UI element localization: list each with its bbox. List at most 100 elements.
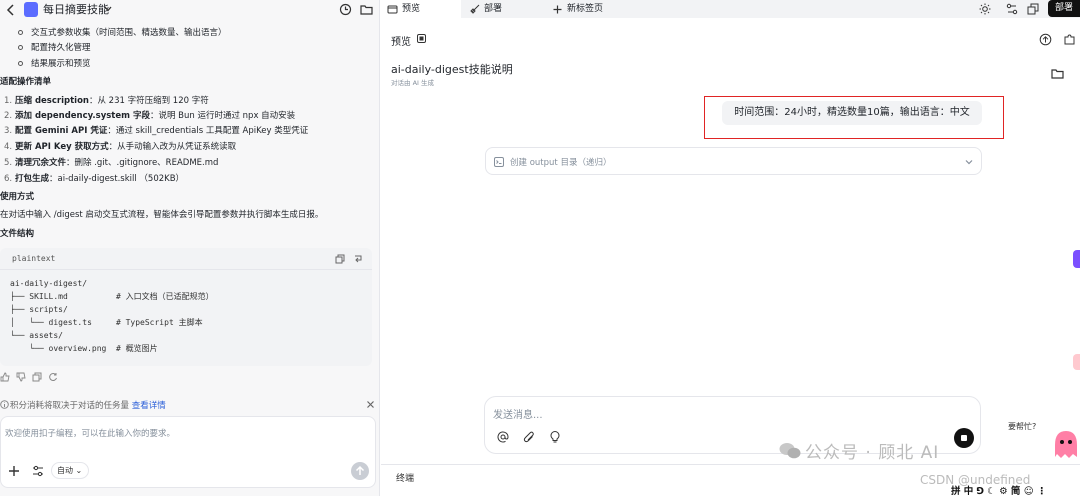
user-message: 时间范围：24小时，精选数量10篇，输出语言：中文	[722, 101, 982, 125]
list-item: 清理冗余文件：删除 .git、.gitignore、README.md	[15, 157, 218, 169]
section-heading: 文件结构	[0, 229, 35, 239]
settings-sliders-icon[interactable]	[31, 464, 45, 478]
lightbulb-icon[interactable]	[549, 431, 561, 443]
tab-preview[interactable]: 预览	[381, 0, 461, 18]
list-number: 6.	[4, 174, 13, 184]
sun-icon[interactable]	[979, 3, 991, 15]
watermark: 公众号 · 顾北 AI	[779, 438, 939, 463]
stop-button[interactable]	[954, 428, 974, 448]
task-step[interactable]: 创建 output 目录（递归）	[485, 147, 982, 175]
folder-icon[interactable]	[1051, 67, 1064, 80]
code-line: ├── SKILL.md # 入口文档（已适配规范）	[10, 292, 214, 301]
watermark-text: 公众号 · 顾北 AI	[805, 443, 940, 463]
code-block: plaintext ai-daily-digest/ ├── SKILL.md …	[0, 248, 372, 366]
chevron-down-icon[interactable]	[964, 157, 974, 167]
code-block-header: plaintext	[0, 248, 372, 270]
list-item: 压缩 description：从 231 字符压缩到 120 字符	[15, 95, 209, 107]
bullet	[18, 30, 23, 35]
mode-value: 自动	[57, 466, 73, 475]
side-widget-tab[interactable]	[1073, 354, 1080, 370]
assistant-mascot-icon[interactable]	[1052, 427, 1080, 461]
bullet	[18, 45, 23, 50]
code-line: ai-daily-digest/	[10, 279, 88, 288]
list-number: 5.	[4, 158, 13, 168]
list-item: 打包生成：ai-daily-digest.skill （502KB）	[15, 173, 184, 185]
side-widget-tab[interactable]	[1073, 250, 1080, 268]
info-icon	[0, 400, 9, 409]
terminal-label: 终端	[396, 474, 415, 484]
details-link[interactable]: 查看详情	[132, 401, 166, 411]
chevron-down-icon[interactable]	[103, 3, 113, 15]
tab-deploy[interactable]: 部署	[463, 0, 508, 18]
code-line: └── assets/	[10, 331, 63, 340]
history-icon[interactable]	[339, 3, 352, 16]
list-item: 更新 API Key 获取方式：从手动输入改为从凭证系统读取	[15, 141, 236, 153]
code-line: │ └── digest.ts # TypeScript 主脚本	[10, 318, 203, 327]
project-title[interactable]: 每日摘要技能	[43, 2, 109, 17]
chat-panel: 每日摘要技能 交互式参数收集（时间范围、精选数量、输出语言） 配置持久化管理 结…	[0, 0, 380, 496]
mode-select[interactable]: 自动 ⌄	[51, 462, 89, 479]
terminal-icon	[494, 157, 504, 167]
help-label[interactable]: 要帮忙?	[1008, 421, 1036, 432]
attachment-icon[interactable]	[523, 431, 535, 443]
message-area: 交互式参数收集（时间范围、精选数量、输出语言） 配置持久化管理 结果展示和预览 …	[0, 20, 380, 390]
document-subtitle: 对话由 AI 生成	[391, 79, 434, 87]
list-number: 2.	[4, 111, 13, 121]
document-title: ai-daily-digest技能说明	[391, 63, 513, 76]
preview-title: 预览	[391, 37, 411, 48]
list-item-bold: 更新 API Key 获取方式	[15, 142, 109, 152]
back-icon[interactable]	[4, 3, 18, 17]
thumbs-up-icon[interactable]	[0, 372, 10, 382]
credit-notice-text: 积分消耗将取决于对话的任务量 查看详情	[10, 399, 166, 411]
usage-text: 在对话中输入 /digest 启动交互式流程，智能体会引导配置参数并执行脚本生成…	[0, 210, 324, 220]
list-item-bold: 添加 dependency.system 字段	[15, 111, 150, 121]
list-item-text: ：删除 .git、.gitignore、README.md	[66, 158, 219, 168]
prompt-placeholder: 欢迎使用扣子编程，可以在此输入你的要求。	[5, 429, 176, 439]
folder-icon[interactable]	[360, 3, 373, 16]
list-item: 配置 Gemini API 凭证：通过 skill_credentials 工具…	[15, 125, 308, 137]
chat-placeholder: 发送消息...	[493, 410, 543, 421]
deploy-button[interactable]: 部署	[1048, 0, 1080, 17]
list-item-bold: 压缩 description	[15, 96, 89, 106]
bullet-text: 配置持久化管理	[31, 43, 91, 53]
thumbs-down-icon[interactable]	[16, 372, 26, 382]
app-icon	[24, 2, 38, 17]
duplicate-icon[interactable]	[1027, 3, 1039, 15]
tab-label: 新标签页	[567, 4, 604, 14]
code-line: ├── scripts/	[10, 305, 68, 314]
send-button[interactable]	[351, 462, 369, 480]
workspace-panel: 预览 部署 新标签页 部署 预览 ai-daily-digest技能说明 对话由…	[381, 0, 1080, 496]
refresh-icon[interactable]	[48, 372, 58, 382]
wrap-icon[interactable]	[353, 254, 363, 264]
share-icon[interactable]	[1006, 3, 1018, 15]
bullet-text: 结果展示和预览	[31, 59, 91, 69]
bullet	[18, 61, 23, 66]
tab-label: 预览	[402, 4, 421, 14]
list-item-text: ：从 231 字符压缩到 120 字符	[88, 96, 209, 106]
chat-header: 每日摘要技能	[0, 0, 380, 20]
puzzle-icon[interactable]	[1063, 33, 1076, 46]
bullet-text: 交互式参数收集（时间范围、精选数量、输出语言）	[31, 28, 227, 38]
ime-toolbar[interactable]: 拼 中 ⅁ ☾ ⚙ 简 ☺ ⋮	[951, 483, 1046, 496]
close-icon[interactable]	[366, 400, 375, 409]
tab-label: 部署	[484, 4, 503, 14]
copy-icon[interactable]	[335, 254, 345, 264]
list-item-text: ：ai-daily-digest.skill （502KB）	[49, 174, 185, 184]
list-number: 4.	[4, 142, 13, 152]
list-item-bold: 打包生成	[15, 174, 50, 184]
rocket-icon	[469, 4, 480, 15]
list-item: 添加 dependency.system 字段：说明 Bun 运行时通过 npx…	[15, 110, 295, 122]
credit-notice: 积分消耗将取决于对话的任务量 查看详情	[0, 398, 380, 412]
list-item-text: ：从手动输入改为从凭证系统读取	[108, 142, 237, 152]
copy-icon[interactable]	[32, 372, 42, 382]
list-item-bold: 清理冗余文件	[15, 158, 67, 168]
section-heading: 使用方式	[0, 192, 35, 202]
tab-bar: 预览 部署 新标签页 部署	[381, 0, 1080, 18]
prompt-input[interactable]: 欢迎使用扣子编程，可以在此输入你的要求。 自动 ⌄	[0, 416, 376, 488]
code-language: plaintext	[12, 254, 56, 263]
at-icon[interactable]	[497, 431, 509, 443]
message-actions	[0, 372, 58, 382]
tab-new[interactable]: 新标签页	[546, 0, 609, 18]
upload-icon[interactable]	[1039, 33, 1052, 46]
plus-icon[interactable]	[7, 464, 21, 478]
